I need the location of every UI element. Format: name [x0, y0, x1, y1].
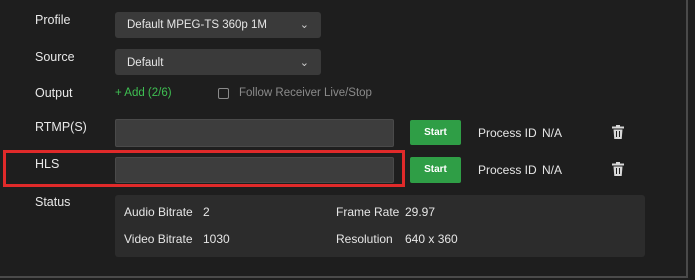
output-label: Output — [35, 86, 73, 100]
status-label: Status — [35, 195, 71, 209]
hls-process-id-label: Process ID — [478, 163, 537, 177]
source-label: Source — [35, 50, 75, 64]
source-select[interactable]: Default ⌄ — [115, 49, 321, 75]
rtmp-process-id-label: Process ID — [478, 126, 537, 140]
profile-select-value: Default MPEG-TS 360p 1M — [127, 19, 267, 31]
hls-url-input[interactable] — [115, 157, 394, 183]
status-panel: Audio Bitrate 2 Frame Rate 29.97 Video B… — [115, 195, 645, 257]
rtmp-start-button[interactable]: Start — [410, 120, 461, 145]
rtmp-process-id-value: N/A — [542, 126, 563, 140]
chevron-down-icon: ⌄ — [299, 57, 309, 69]
trash-icon[interactable] — [612, 162, 624, 176]
chevron-down-icon: ⌄ — [299, 19, 309, 31]
frame-rate-value: 29.97 — [405, 205, 436, 219]
video-bitrate-label: Video Bitrate — [124, 232, 193, 246]
audio-bitrate-value: 2 — [203, 205, 210, 219]
audio-bitrate-label: Audio Bitrate — [124, 205, 193, 219]
rtmp-label: RTMP(S) — [35, 120, 87, 134]
rtmp-url-input[interactable] — [115, 119, 394, 147]
hls-label: HLS — [35, 157, 60, 171]
follow-receiver-label: Follow Receiver Live/Stop — [239, 87, 372, 99]
resolution-label: Resolution — [336, 232, 393, 246]
frame-rate-label: Frame Rate — [336, 205, 400, 219]
video-bitrate-value: 1030 — [203, 232, 230, 246]
profile-select[interactable]: Default MPEG-TS 360p 1M ⌄ — [115, 12, 321, 38]
add-output-link[interactable]: + Add (2/6) — [115, 87, 172, 99]
follow-receiver-checkbox[interactable] — [218, 88, 229, 99]
resolution-value: 640 x 360 — [405, 232, 458, 246]
source-select-value: Default — [127, 57, 164, 69]
hls-process-id-value: N/A — [542, 163, 563, 177]
hls-start-button[interactable]: Start — [410, 157, 461, 183]
profile-label: Profile — [35, 13, 71, 27]
trash-icon[interactable] — [612, 125, 624, 139]
